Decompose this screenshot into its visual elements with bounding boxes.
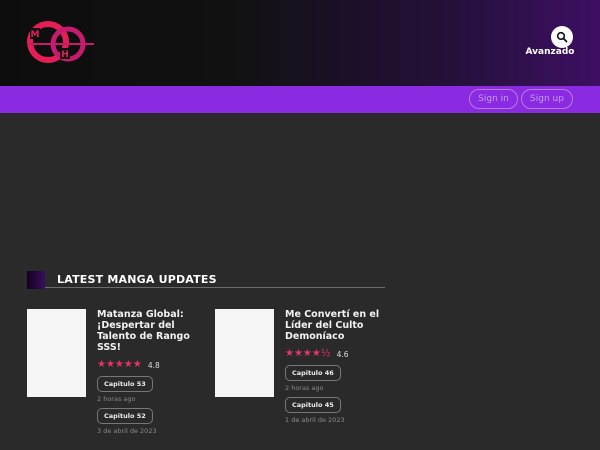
manga-rating: ★★★★★ 4.8 <box>97 359 215 371</box>
manga-title-line: Me Convertí en el <box>285 309 380 320</box>
chapter-time: 1 de abril de 2023 <box>285 416 345 424</box>
title-accent-block <box>27 271 45 289</box>
manga-title-line: SSS! <box>97 342 122 353</box>
manga-rating: ★★★★½ 4.6 <box>285 348 403 360</box>
star-rating-icon: ★★★★½ <box>285 348 331 359</box>
advanced-search-link[interactable]: Avanzado <box>522 47 578 57</box>
rating-score: 4.8 <box>147 360 160 370</box>
manga-title-line: Talento de Rango <box>97 331 190 342</box>
chapter-time: 3 de abril de 2023 <box>97 427 157 435</box>
star-rating-icon: ★★★★★ <box>97 359 142 370</box>
site-logo[interactable]: M H <box>24 18 96 66</box>
manga-title-line: Matanza Global: <box>97 309 184 320</box>
site-header: M H Avanzado <box>0 0 600 86</box>
manga-cover[interactable] <box>27 309 86 397</box>
section-title: LATEST MANGA UPDATES <box>57 273 217 286</box>
chapter-entry: Capitulo 45 1 de abril de 2023 <box>285 392 403 424</box>
chapter-time: 2 horas ago <box>97 395 136 403</box>
nav-bar: Sign in Sign up <box>0 86 600 113</box>
manga-title[interactable]: Matanza Global: ¡Despertar del Talento d… <box>97 309 215 353</box>
logo-letter-m: M <box>31 30 40 40</box>
manga-title[interactable]: Me Convertí en el Líder del Culto Demoní… <box>285 309 403 342</box>
rating-score: 4.6 <box>336 349 349 359</box>
chapter-entry: Capitulo 46 2 horas ago <box>285 360 403 392</box>
chapter-entry: Capitulo 53 2 horas ago <box>97 371 215 403</box>
search-icon <box>556 31 568 43</box>
manga-title-line: ¡Despertar del <box>97 320 175 331</box>
latest-updates-header: LATEST MANGA UPDATES <box>27 271 387 289</box>
chapter-time: 2 horas ago <box>285 384 324 392</box>
manga-info: Matanza Global: ¡Despertar del Talento d… <box>97 309 215 435</box>
logo-letter-h: H <box>61 50 69 60</box>
signup-button[interactable]: Sign up <box>521 89 573 109</box>
logo-icon: M H <box>27 21 94 63</box>
manga-info: Me Convertí en el Líder del Culto Demoní… <box>285 309 403 424</box>
signin-button[interactable]: Sign in <box>469 89 518 109</box>
chapter-button[interactable]: Capitulo 46 <box>285 365 341 381</box>
chapter-button[interactable]: Capitulo 45 <box>285 397 341 413</box>
manga-title-line: Demoníaco <box>285 331 345 342</box>
manga-cover[interactable] <box>215 309 274 397</box>
chapter-entry: Capitulo 52 3 de abril de 2023 <box>97 403 215 435</box>
manga-title-line: Líder del Culto <box>285 320 364 331</box>
chapter-button[interactable]: Capitulo 52 <box>97 408 153 424</box>
chapter-button[interactable]: Capitulo 53 <box>97 376 153 392</box>
title-divider <box>45 287 385 288</box>
search-button[interactable] <box>551 26 573 48</box>
